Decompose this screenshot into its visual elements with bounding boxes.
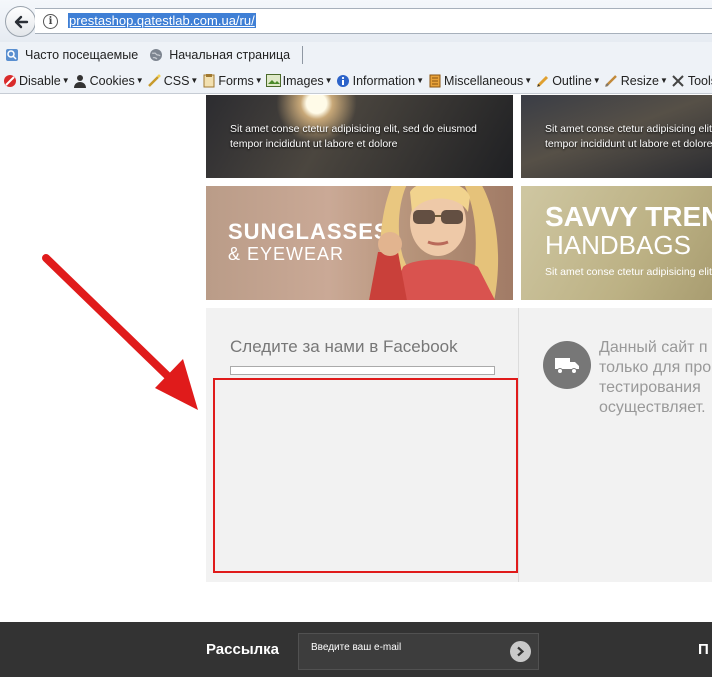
back-arrow-icon	[14, 15, 28, 28]
menu-label: Miscellaneous	[444, 73, 524, 88]
menu-label: Images	[282, 73, 324, 88]
menu-label: Cookies	[89, 73, 135, 88]
tools-icon	[671, 73, 686, 88]
css-icon	[147, 73, 162, 88]
menu-information[interactable]: Information ▼	[336, 73, 424, 88]
resize-icon	[604, 73, 619, 88]
banner-caption: Sit amet conse ctetur adipisicing elit, …	[545, 122, 712, 152]
menu-tools[interactable]: Tools▼	[671, 73, 712, 88]
menu-label: Forms	[218, 73, 254, 88]
banner-evening-city[interactable]: Sit amet conse ctetur adipisicing elit, …	[521, 95, 712, 178]
banner-title: SUNGLASSES	[228, 219, 390, 244]
banner-caption-line: tempor incididunt ut labore et dolore	[545, 138, 712, 150]
banner-subtitle: & EYEWEAR	[228, 244, 345, 264]
bookmark-label: Часто посещаемые	[25, 48, 139, 62]
menu-images[interactable]: Images ▼	[265, 73, 333, 88]
dropdown-caret-icon: ▼	[524, 76, 533, 85]
bookmark-folder-icon	[4, 47, 20, 63]
dropdown-caret-icon: ▼	[61, 76, 70, 85]
dropdown-caret-icon: ▼	[254, 76, 263, 85]
banner-sunglasses[interactable]: SUNGLASSES & EYEWEAR	[206, 186, 513, 300]
menu-css[interactable]: CSS ▼	[147, 73, 199, 88]
menu-label: Information	[352, 73, 416, 88]
address-bar[interactable]: i prestashop.qatestlab.com.ua/ru/	[35, 8, 712, 34]
column-divider	[518, 308, 519, 582]
newsletter-email-input[interactable]: Введите ваш e-mail	[298, 633, 539, 670]
toolbar-separator	[302, 46, 304, 64]
banner-night-street[interactable]: Sit amet conse ctetur adipisicing elit, …	[206, 95, 513, 178]
footer-right-heading: П	[698, 641, 709, 658]
dropdown-caret-icon: ▼	[659, 76, 668, 85]
web-page: Sit amet conse ctetur adipisicing elit, …	[0, 95, 712, 677]
menu-miscellaneous[interactable]: Miscellaneous ▼	[427, 73, 532, 88]
information-icon	[336, 73, 351, 88]
outline-icon	[535, 73, 550, 88]
banner-caption-line: Sit amet conse ctetur adipisicing elit,	[545, 123, 712, 135]
menu-label: Outline	[552, 73, 592, 88]
menu-cookies[interactable]: Cookies ▼	[73, 73, 144, 88]
cookies-icon	[73, 73, 88, 88]
woman-with-sunglasses-image	[369, 186, 499, 300]
info-text-block: Данный сайт п только для про тестировани…	[599, 338, 711, 418]
newsletter-label: Рассылка	[206, 641, 280, 658]
facebook-widget-placeholder	[230, 366, 495, 375]
menu-label: Disable	[19, 73, 61, 88]
info-text-line: только для про	[599, 359, 712, 376]
menu-outline[interactable]: Outline ▼	[535, 73, 601, 88]
images-icon	[265, 73, 281, 88]
bookmark-home-page[interactable]: Начальная страница	[148, 47, 290, 63]
facebook-block-title: Следите за нами в Facebook	[230, 337, 458, 356]
banner-subtitle: HANDBAGS	[545, 230, 691, 260]
bookmarks-toolbar: Часто посещаемые Начальная страница	[0, 42, 712, 68]
miscellaneous-icon	[427, 73, 442, 88]
bookmark-label: Начальная страница	[169, 48, 291, 62]
forms-icon	[201, 73, 216, 88]
info-text-line: тестирования	[599, 379, 701, 396]
newsletter-footer: Рассылка Введите ваш e-mail П	[0, 622, 712, 677]
info-text-line: осуществляет.	[599, 399, 706, 416]
web-developer-toolbar: Disable ▼ Cookies ▼ CSS ▼ Forms ▼ Images ▼ In…	[0, 68, 712, 94]
banner-savvy-handbags[interactable]: SAVVY TREN HANDBAGS Sit amet conse ctetu…	[521, 186, 712, 300]
menu-forms[interactable]: Forms ▼	[201, 73, 263, 88]
annotation-red-box	[213, 378, 518, 573]
banner-caption: Sit amet conse ctetur adipisicing elit,	[545, 266, 712, 278]
info-text-line: Данный сайт п	[599, 339, 708, 356]
globe-icon	[148, 47, 164, 63]
chevron-right-icon	[517, 646, 525, 657]
newsletter-submit-button[interactable]	[510, 641, 531, 662]
footer-widgets-band: Следите за нами в Facebook Данный сайт п…	[206, 308, 712, 582]
menu-label: Resize	[620, 73, 659, 88]
dropdown-caret-icon: ▼	[135, 76, 144, 85]
menu-resize[interactable]: Resize ▼	[604, 73, 668, 88]
browser-navigation-bar: i prestashop.qatestlab.com.ua/ru/	[0, 0, 712, 42]
banner-caption: Sit amet conse ctetur adipisicing elit, …	[230, 122, 477, 152]
dropdown-caret-icon: ▼	[324, 76, 333, 85]
menu-label: Tools	[687, 73, 712, 88]
menu-label: CSS	[163, 73, 190, 88]
back-button[interactable]	[5, 6, 36, 37]
truck-icon	[543, 341, 591, 389]
banner-title: SAVVY TREN	[545, 201, 712, 232]
dropdown-caret-icon: ▼	[190, 76, 199, 85]
bookmark-most-visited[interactable]: Часто посещаемые	[4, 47, 138, 63]
dropdown-caret-icon: ▼	[416, 76, 425, 85]
disable-icon	[2, 73, 17, 88]
url-text[interactable]: prestashop.qatestlab.com.ua/ru/	[68, 13, 256, 28]
menu-disable[interactable]: Disable ▼	[2, 73, 70, 88]
dropdown-caret-icon: ▼	[592, 76, 601, 85]
site-info-icon[interactable]: i	[43, 14, 58, 29]
banner-caption-line: tempor incididunt ut labore et dolore	[230, 138, 398, 150]
banner-caption-line: Sit amet conse ctetur adipisicing elit, …	[230, 123, 477, 135]
